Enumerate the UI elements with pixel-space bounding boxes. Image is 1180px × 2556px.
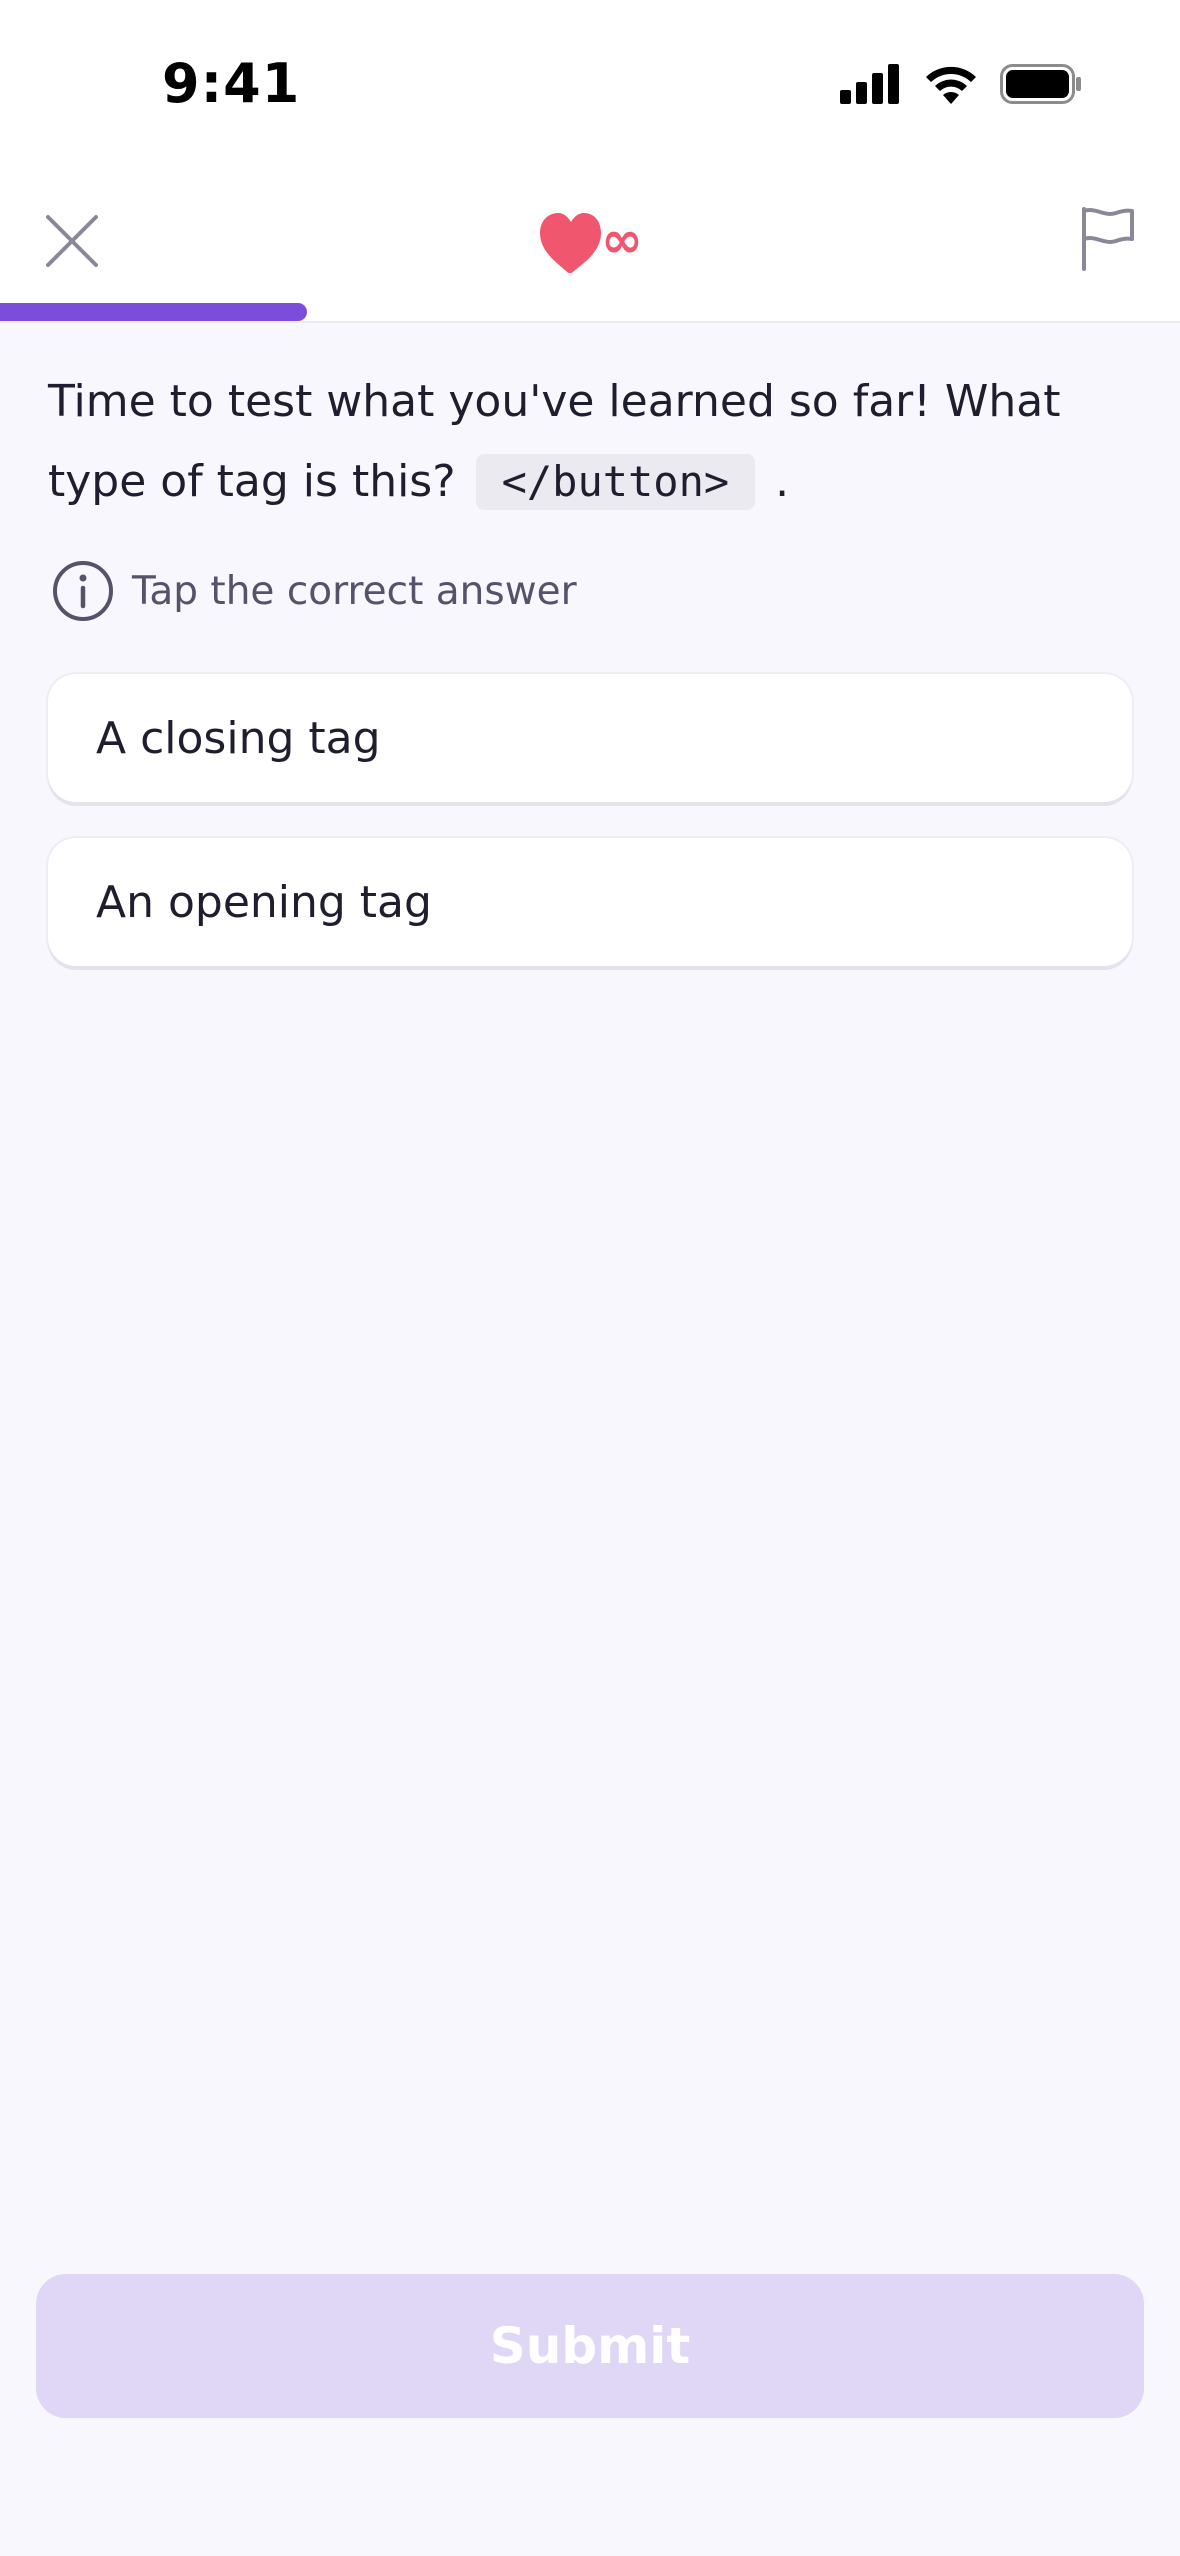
- answer-label: A closing tag: [96, 712, 381, 764]
- submit-button[interactable]: Submit: [36, 2274, 1144, 2418]
- submit-label: Submit: [489, 2317, 691, 2375]
- question-text: Time to test what you've learned so far!…: [48, 362, 1138, 522]
- answer-option[interactable]: A closing tag: [48, 674, 1132, 802]
- heart-icon: [540, 213, 601, 274]
- signal-icon: [840, 64, 899, 104]
- close-icon: [46, 215, 98, 267]
- hint-text: Tap the correct answer: [132, 568, 577, 614]
- info-icon: [53, 561, 113, 621]
- status-bar: 9:41: [0, 0, 1180, 175]
- close-button[interactable]: [42, 211, 102, 271]
- lives-infinity: ∞: [601, 211, 643, 269]
- report-flag-button[interactable]: [1080, 205, 1136, 271]
- flag-icon: [1082, 207, 1134, 271]
- progress-bar: [0, 303, 1180, 321]
- answer-label: An opening tag: [96, 876, 432, 928]
- answer-option[interactable]: An opening tag: [48, 838, 1132, 966]
- answer-hint: Tap the correct answer: [52, 560, 577, 622]
- battery-icon: [1000, 64, 1081, 104]
- lesson-screen: 9:41 ∞ Time to test what you've learned …: [0, 0, 1180, 2556]
- progress-fill: [0, 303, 307, 321]
- lives-indicator: ∞: [538, 211, 644, 274]
- question-code: </button>: [475, 454, 756, 510]
- lesson-header: ∞: [0, 175, 1180, 323]
- question-end: .: [775, 456, 790, 507]
- wifi-icon: [926, 66, 976, 104]
- status-time: 9:41: [162, 52, 301, 115]
- status-icons: [840, 64, 1082, 104]
